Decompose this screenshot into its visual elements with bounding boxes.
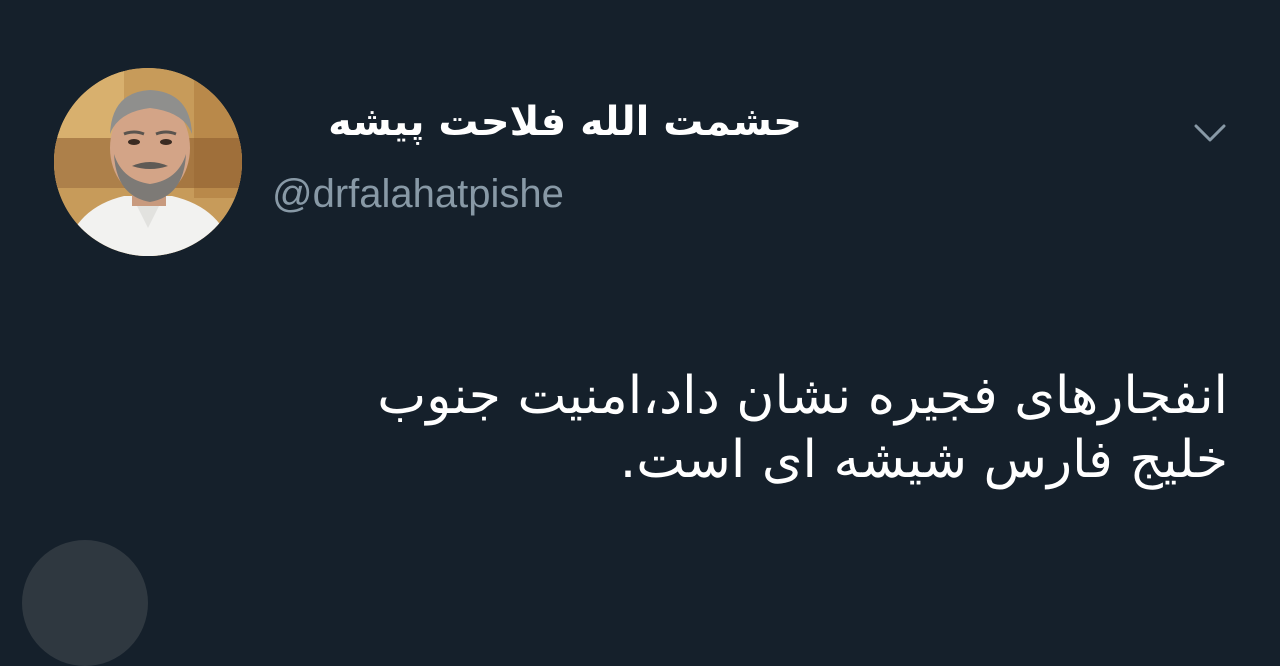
user-handle[interactable]: @drfalahatpishe <box>272 168 564 220</box>
chevron-down-icon[interactable] <box>1188 112 1232 156</box>
display-name[interactable]: حشمت الله فلاحت پیشه <box>328 96 802 148</box>
reply-avatar-partial <box>22 540 148 666</box>
profile-avatar[interactable] <box>54 68 242 256</box>
tweet-text-line-2: خلیج فارس شیشه ای است. <box>619 430 1228 490</box>
tweet-text: انفجارهای فجیره نشان داد،امنیت جنوب خلیج… <box>108 364 1228 492</box>
avatar-photo <box>54 68 242 256</box>
tweet-card: حشمت الله فلاحت پیشه @drfalahatpishe انف… <box>0 0 1280 666</box>
tweet-text-line-1: انفجارهای فجیره نشان داد،امنیت جنوب <box>377 366 1228 426</box>
